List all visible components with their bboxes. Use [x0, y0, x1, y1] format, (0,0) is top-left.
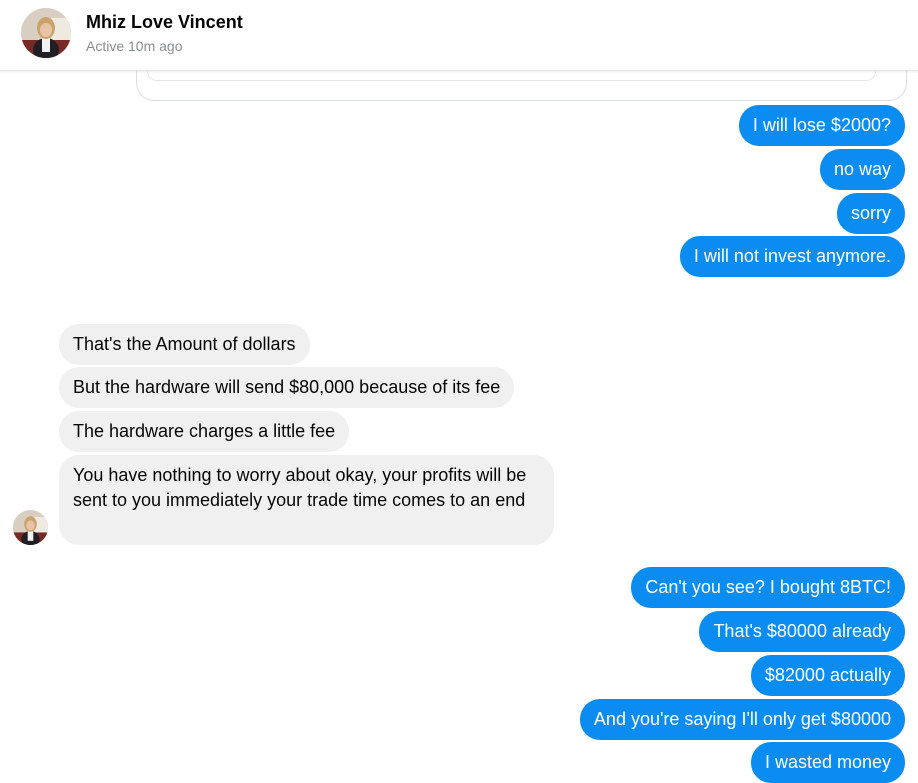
outgoing-message[interactable]: I will lose $2000?	[738, 105, 905, 146]
chat-header: Mhiz Love Vincent Active 10m ago	[0, 0, 918, 71]
outgoing-message[interactable]: no way	[819, 149, 905, 190]
profile-photo-icon	[13, 510, 48, 545]
incoming-message[interactable]: The hardware charges a little fee	[59, 411, 350, 452]
contact-name[interactable]: Mhiz Love Vincent	[86, 12, 243, 33]
sender-avatar[interactable]	[13, 510, 48, 545]
incoming-message[interactable]: But the hardware will send $80,000 becau…	[59, 367, 515, 408]
outgoing-message[interactable]: $82000 actually	[750, 655, 905, 696]
outgoing-message[interactable]: And you're saying I'll only get $80000	[579, 699, 905, 740]
incoming-message[interactable]: You have nothing to worry about okay, yo…	[59, 455, 554, 545]
contact-avatar[interactable]	[21, 8, 71, 58]
active-status: Active 10m ago	[86, 38, 183, 54]
outgoing-message[interactable]: I wasted money	[750, 742, 905, 783]
outgoing-message[interactable]: That's $80000 already	[699, 611, 905, 652]
outgoing-message[interactable]: I will not invest anymore.	[679, 236, 905, 277]
outgoing-message[interactable]: Can't you see? I bought 8BTC!	[631, 567, 905, 608]
incoming-message[interactable]: That's the Amount of dollars	[59, 324, 310, 365]
outgoing-message[interactable]: sorry	[837, 193, 905, 234]
profile-photo-icon	[21, 8, 71, 58]
